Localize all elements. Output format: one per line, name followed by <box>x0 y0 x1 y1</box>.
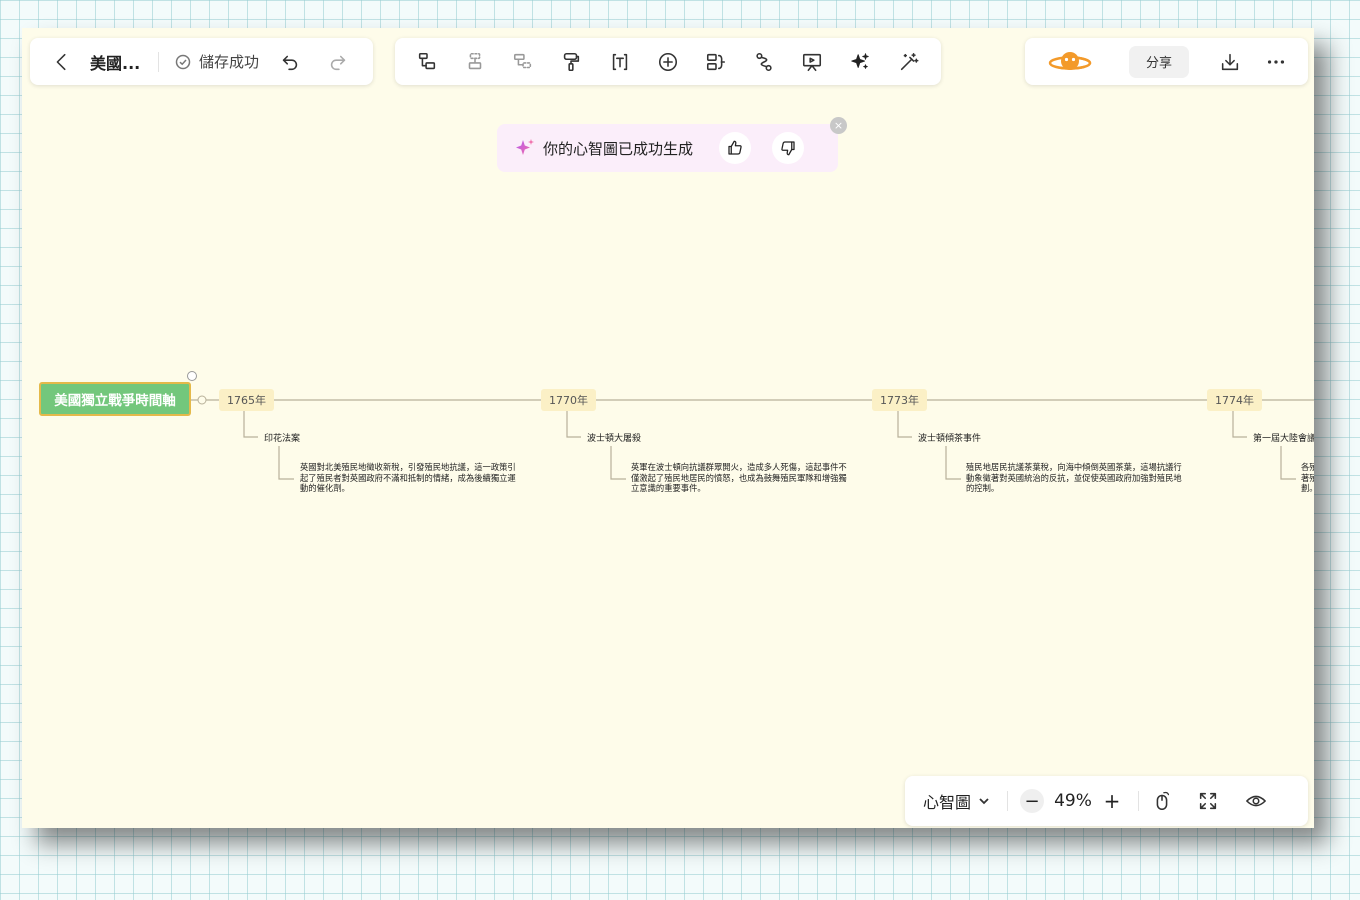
add-parent-node-icon[interactable] <box>507 46 539 78</box>
share-button[interactable]: 分享 <box>1129 45 1189 78</box>
event-node-stamp-act[interactable]: 印花法案 <box>264 431 300 444</box>
success-toast: 你的心智圖已成功生成 <box>497 124 838 172</box>
summary-icon[interactable] <box>700 46 732 78</box>
close-icon[interactable]: × <box>830 117 847 134</box>
mindmap-canvas[interactable]: 美國獨立戰爭時間軸 1765年 印花法案 英國對北美殖民地徵收新稅，引發殖民地抗… <box>22 28 1314 828</box>
event-desc-boston-massacre[interactable]: 英軍在波士頓向抗議群眾開火，造成多人死傷，這起事件不僅激起了殖民地居民的憤怒，也… <box>631 462 849 494</box>
event-desc-first-continental-congress[interactable]: 各殖 著殖 劃。 <box>1301 462 1314 494</box>
thumbs-up-icon[interactable] <box>719 132 752 164</box>
view-controls: 心智圖 − 49% + <box>905 776 1308 826</box>
document-header: 美國... 儲存成功 <box>30 38 373 85</box>
collapse-toggle[interactable] <box>187 371 197 381</box>
event-node-boston-tea-party[interactable]: 波士頓傾茶事件 <box>918 431 981 444</box>
eye-icon[interactable] <box>1245 790 1267 812</box>
share-panel: 分享 <box>1025 38 1308 85</box>
presentation-icon[interactable] <box>797 46 829 78</box>
root-node[interactable]: 美國獨立戰爭時間軸 <box>39 382 191 416</box>
check-circle-icon <box>175 54 191 69</box>
document-title[interactable]: 美國... <box>90 50 148 74</box>
insert-plus-icon[interactable] <box>652 46 684 78</box>
year-node-1770[interactable]: 1770年 <box>541 389 596 411</box>
add-child-node-icon[interactable] <box>411 46 443 78</box>
zoom-level: 49% <box>1054 791 1092 811</box>
layout-dropdown[interactable]: 心智圖 <box>923 789 991 813</box>
chevron-left-icon[interactable] <box>50 50 74 74</box>
toast-message: 你的心智圖已成功生成 <box>543 139 694 158</box>
redo-icon[interactable] <box>325 49 351 75</box>
ai-sparkle-icon[interactable] <box>845 46 877 78</box>
magic-wand-icon[interactable] <box>893 46 925 78</box>
event-desc-stamp-act[interactable]: 英國對北美殖民地徵收新稅，引發殖民地抗議，這一政策引起了殖民者對英國政府不滿和抵… <box>300 462 518 494</box>
planet-logo[interactable] <box>1047 47 1093 77</box>
event-desc-boston-tea-party[interactable]: 殖民地居民抗議茶葉稅，向海中傾倒英國茶葉，這場抗議行動象徵著對英國統治的反抗，並… <box>966 462 1184 494</box>
year-node-1765[interactable]: 1765年 <box>219 389 274 411</box>
download-icon[interactable] <box>1219 51 1241 73</box>
more-dots-icon[interactable] <box>1265 51 1287 73</box>
zoom-in-button[interactable]: + <box>1100 789 1124 813</box>
fit-screen-icon[interactable] <box>1197 790 1219 812</box>
divider <box>1007 791 1009 811</box>
divider <box>158 51 159 72</box>
save-status: 儲存成功 <box>175 51 259 72</box>
mouse-icon[interactable] <box>1151 790 1173 812</box>
save-status-text: 儲存成功 <box>199 53 260 71</box>
text-box-icon[interactable] <box>604 46 636 78</box>
event-node-first-continental-congress[interactable]: 第一屆大陸會議 <box>1253 431 1314 444</box>
thumbs-down-icon[interactable] <box>772 132 805 164</box>
year-node-1774[interactable]: 1774年 <box>1207 389 1262 411</box>
year-node-1773[interactable]: 1773年 <box>872 389 927 411</box>
layout-label: 心智圖 <box>923 793 972 812</box>
relationship-icon[interactable] <box>748 46 780 78</box>
add-sibling-node-icon[interactable] <box>459 46 491 78</box>
divider <box>1138 791 1140 811</box>
event-node-boston-massacre[interactable]: 波士頓大屠殺 <box>587 431 641 444</box>
undo-icon[interactable] <box>277 49 303 75</box>
zoom-out-button[interactable]: − <box>1020 789 1045 813</box>
format-painter-icon[interactable] <box>556 46 588 78</box>
editing-toolbar <box>395 38 941 85</box>
sparkle-icon <box>516 139 534 155</box>
chevron-down-icon <box>979 798 989 805</box>
